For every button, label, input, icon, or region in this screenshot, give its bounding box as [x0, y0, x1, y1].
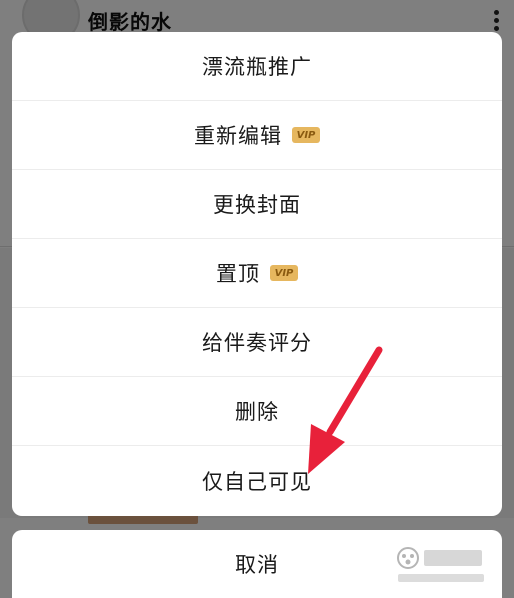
sheet-item-drift-bottle-promote[interactable]: 漂流瓶推广 [12, 32, 502, 101]
sheet-item-delete[interactable]: 删除 [12, 377, 502, 446]
cancel-label: 取消 [235, 553, 279, 577]
sheet-item-label: 更换封面 [213, 193, 301, 217]
action-sheet: 漂流瓶推广 重新编辑 VIP 更换封面 置顶 VIP 给伴奏评分 删除 仅自己可… [12, 32, 502, 516]
sheet-item-label: 置顶 [216, 262, 260, 286]
sheet-item-label: 重新编辑 [194, 124, 282, 148]
sheet-item-rate-accompaniment[interactable]: 给伴奏评分 [12, 308, 502, 377]
sheet-item-only-me-visible[interactable]: 仅自己可见 [12, 446, 502, 515]
sheet-item-change-cover[interactable]: 更换封面 [12, 170, 502, 239]
vip-badge: VIP [292, 127, 320, 143]
sheet-item-label: 漂流瓶推广 [202, 55, 312, 79]
sheet-item-pin-top[interactable]: 置顶 VIP [12, 239, 502, 308]
sheet-item-label: 给伴奏评分 [202, 331, 312, 355]
sheet-item-label: 仅自己可见 [202, 469, 312, 494]
vip-badge: VIP [270, 265, 298, 281]
sheet-item-label: 删除 [235, 400, 279, 424]
watermark-logo-icon [397, 547, 484, 582]
sheet-item-re-edit[interactable]: 重新编辑 VIP [12, 101, 502, 170]
